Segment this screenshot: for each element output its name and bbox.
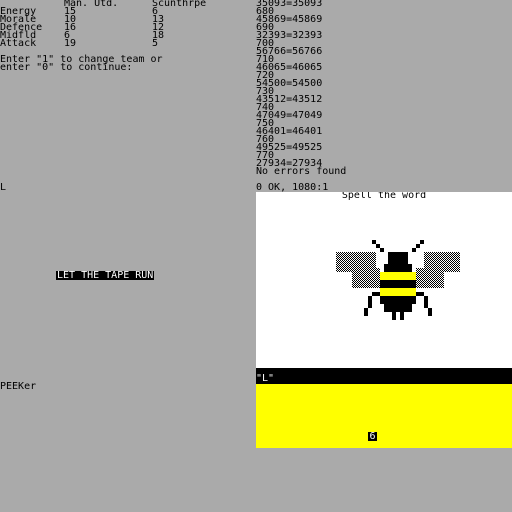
stat-row: Defence 16 12 (0, 23, 256, 33)
stats-header-row: Man. Utd. Scunthrpe (0, 0, 256, 9)
team-stats-panel: Man. Utd. Scunthrpe Energy 15 6 Morale 1… (0, 0, 256, 192)
answer-input[interactable]: "L" (256, 374, 274, 384)
game-footer (256, 384, 512, 448)
basic-listing-panel: 35093=35093 680 45869=45869 690 32393=32… (256, 0, 512, 192)
stat-team1: 19 (64, 38, 77, 49)
score-counter: 6 (368, 431, 377, 442)
stat-row: Energy 15 6 (0, 7, 256, 17)
bee-icon (336, 240, 460, 320)
tape-loader-panel: LET THE TAPE RUN PEEKer (0, 192, 256, 512)
spelling-game-panel: Spell the word "L" 6 (256, 192, 512, 448)
stat-label: Attack (0, 38, 37, 49)
listing-line: No errors found (256, 166, 347, 177)
answer-bar (256, 368, 512, 384)
stat-row: Midfld 6 18 (0, 31, 256, 41)
status-line: 0 OK, 1080:1 (256, 182, 329, 193)
stat-team2: 5 (152, 38, 159, 49)
listing-lines: 35093=35093 680 45869=45869 690 32393=32… (256, 0, 347, 177)
team2-header: Scunthrpe (152, 0, 207, 9)
program-name: PEEKer (0, 381, 37, 392)
stat-row: Attack 19 5 (0, 38, 256, 49)
continue-prompt[interactable]: enter "0" to continue: (0, 63, 132, 73)
game-title: Spell the word (341, 192, 427, 201)
input-cursor[interactable]: L (0, 183, 6, 193)
tape-banner: LET THE TAPE RUN (56, 270, 155, 281)
